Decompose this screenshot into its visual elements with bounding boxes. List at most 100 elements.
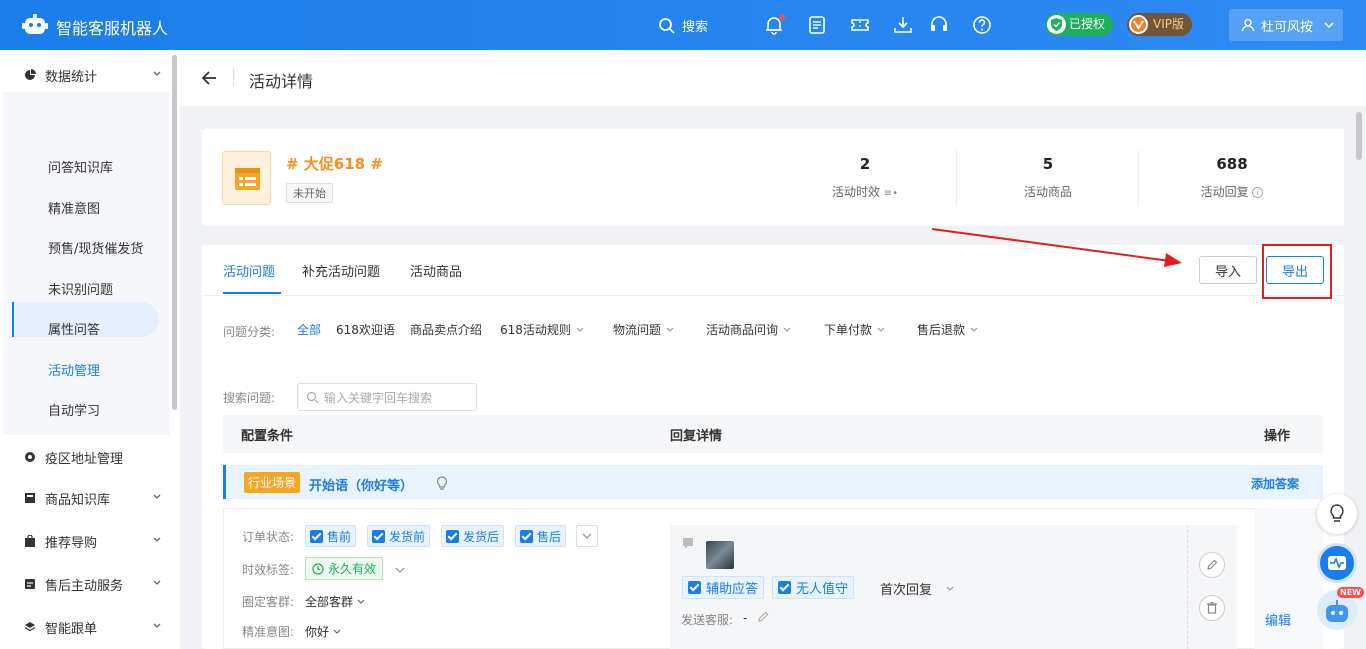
order-status-presale-checkbox[interactable]: 售前 bbox=[305, 525, 357, 547]
sidebar-subitem-activity-management[interactable]: 活动管理 bbox=[48, 360, 100, 379]
stat-label: 活动商品 bbox=[1023, 185, 1072, 199]
sidebar-subitem-precise-intent[interactable]: 精准意图 bbox=[48, 198, 100, 217]
reply-mode-select[interactable]: 首次回复 bbox=[880, 579, 955, 598]
stat-value: 2 bbox=[859, 155, 871, 173]
order-status-preship-checkbox[interactable]: 发货前 bbox=[367, 525, 431, 547]
sidebar-item-label: 疫区地址管理 bbox=[45, 451, 124, 467]
document-icon[interactable] bbox=[806, 14, 828, 36]
activity-monitor-float-button[interactable] bbox=[1317, 543, 1357, 583]
back-arrow-icon[interactable] bbox=[201, 70, 217, 86]
industry-scene-tag: 行业场景 bbox=[244, 472, 301, 493]
bell-icon[interactable] bbox=[763, 14, 785, 36]
page-header bbox=[180, 50, 1366, 106]
headset-icon[interactable] bbox=[928, 14, 950, 36]
checkbox-checked-icon bbox=[688, 581, 701, 594]
sidebar-scrollbar[interactable] bbox=[172, 55, 177, 410]
add-answer-link[interactable]: 添加答案 bbox=[1251, 475, 1299, 492]
edit-row-link[interactable]: 编辑 bbox=[1265, 610, 1291, 629]
order-status-shipped-checkbox[interactable]: 发货后 bbox=[441, 525, 505, 547]
download-icon[interactable] bbox=[892, 14, 914, 36]
sidebar-subitem-attribute-qa[interactable]: 属性问答 bbox=[48, 319, 100, 338]
category-product-inquiry[interactable]: 活动商品问询 bbox=[706, 321, 792, 338]
filter-list-icon[interactable]: ≡• bbox=[884, 188, 898, 199]
box-icon bbox=[25, 493, 35, 503]
help-icon[interactable] bbox=[971, 14, 993, 36]
sidebar-subitem-auto-learning[interactable]: 自动学习 bbox=[48, 400, 100, 419]
import-button[interactable]: 导入 bbox=[1199, 256, 1257, 284]
sidebar-item-label: 数据统计 bbox=[45, 69, 98, 85]
category-618-rules[interactable]: 618活动规则 bbox=[500, 321, 585, 338]
customer-group-select[interactable]: 全部客群 bbox=[305, 593, 366, 610]
sidebar-item-aftersale-service[interactable]: 售后主动服务 bbox=[0, 564, 170, 604]
new-badge: NEW bbox=[1337, 587, 1364, 598]
robot-logo-icon bbox=[22, 14, 48, 34]
sidebar-item-shopping-guide[interactable]: 推荐导购 bbox=[0, 521, 170, 561]
main-scrollbar[interactable] bbox=[1356, 112, 1362, 160]
sidebar-item-smart-followup[interactable]: 智能跟单 bbox=[0, 607, 170, 647]
validity-tag[interactable]: 永久有效 bbox=[305, 557, 384, 580]
sidebar-subitem-unrecognized[interactable]: 未识别问题 bbox=[48, 279, 113, 298]
table-header: 配置条件 回复详情 操作 bbox=[223, 415, 1323, 453]
pencil-icon[interactable] bbox=[757, 611, 769, 623]
category-label: 全部 bbox=[297, 323, 322, 337]
chevron-down-icon bbox=[153, 537, 161, 542]
category-selling-points[interactable]: 商品卖点介绍 bbox=[410, 321, 482, 338]
chevron-down-icon bbox=[946, 586, 954, 591]
chevron-down-icon[interactable] bbox=[394, 564, 406, 576]
tab-activity-questions[interactable]: 活动问题 bbox=[223, 261, 275, 280]
vip-label: VIP版 bbox=[1153, 17, 1184, 31]
sidebar-item-product-knowledge[interactable]: 商品知识库 bbox=[0, 478, 170, 518]
global-search-button[interactable]: 搜索 bbox=[658, 16, 708, 35]
checkbox-checked-icon bbox=[446, 529, 459, 543]
user-menu[interactable]: 杜可风按 bbox=[1229, 9, 1343, 41]
column-header-action: 操作 bbox=[1264, 429, 1291, 444]
shopping-bag-icon bbox=[25, 535, 35, 547]
active-tab-indicator bbox=[223, 292, 281, 294]
lightbulb-icon[interactable] bbox=[436, 476, 448, 490]
user-icon bbox=[1241, 18, 1255, 32]
unattended-checkbox[interactable]: 无人值守 bbox=[772, 576, 855, 599]
sidebar-subitem-presale-shipping[interactable]: 预售/现货催发货 bbox=[48, 238, 143, 257]
question-search-input[interactable]: 输入关键字回车搜索 bbox=[297, 383, 477, 411]
category-label: 618活动规则 bbox=[500, 323, 571, 337]
order-status-expand-button[interactable] bbox=[576, 525, 598, 547]
category-order-payment[interactable]: 下单付款 bbox=[824, 321, 886, 338]
lightbulb-icon bbox=[1330, 504, 1344, 522]
category-logistics[interactable]: 物流问题 bbox=[613, 321, 675, 338]
checkbox-label: 发货后 bbox=[463, 529, 500, 544]
sidebar-item-data-stats[interactable]: 数据统计 bbox=[0, 55, 170, 95]
edit-reply-button[interactable] bbox=[1199, 552, 1225, 578]
checkbox-label: 售前 bbox=[327, 529, 352, 544]
tips-float-button[interactable] bbox=[1317, 494, 1357, 534]
ticket-icon[interactable] bbox=[849, 14, 871, 36]
assist-reply-checkbox[interactable]: 辅助应答 bbox=[682, 576, 765, 599]
chevron-down-icon bbox=[666, 327, 674, 332]
category-label: 下单付款 bbox=[824, 323, 873, 337]
sidebar-item-label: 推荐导购 bbox=[45, 535, 98, 551]
stat-replies: 688 活动回复 i bbox=[1142, 155, 1322, 200]
tab-activity-products[interactable]: 活动商品 bbox=[410, 261, 462, 280]
service-icon bbox=[25, 579, 35, 589]
category-label: 活动商品问询 bbox=[706, 323, 779, 337]
category-618-welcome[interactable]: 618欢迎语 bbox=[336, 321, 395, 338]
checkbox-checked-icon bbox=[310, 529, 323, 543]
info-icon[interactable]: i bbox=[1252, 187, 1264, 198]
sidebar-subitem-qa-knowledge[interactable]: 问答知识库 bbox=[48, 157, 113, 176]
authorized-label: 已授权 bbox=[1069, 17, 1106, 31]
sidebar-item-epidemic-address[interactable]: 疫区地址管理 bbox=[0, 437, 170, 477]
reply-image-thumbnail[interactable] bbox=[706, 541, 734, 569]
category-label: 物流问题 bbox=[613, 323, 662, 337]
tab-supplement-questions[interactable]: 补充活动问题 bbox=[302, 261, 380, 280]
page-title: 活动详情 bbox=[249, 72, 314, 91]
trash-icon bbox=[1207, 601, 1217, 614]
user-name: 杜可风按 bbox=[1261, 19, 1314, 35]
intent-select[interactable]: 你好 bbox=[305, 623, 342, 640]
category-filter-label: 问题分类: bbox=[223, 325, 276, 339]
checkbox-checked-icon bbox=[778, 581, 791, 594]
delete-reply-button[interactable] bbox=[1199, 595, 1225, 621]
category-all[interactable]: 全部 bbox=[297, 321, 321, 338]
category-refund[interactable]: 售后退款 bbox=[917, 321, 979, 338]
tab-divider bbox=[202, 295, 1344, 296]
order-status-aftersale-checkbox[interactable]: 售后 bbox=[515, 525, 567, 547]
vip-badge[interactable]: VIP版 bbox=[1127, 13, 1192, 36]
